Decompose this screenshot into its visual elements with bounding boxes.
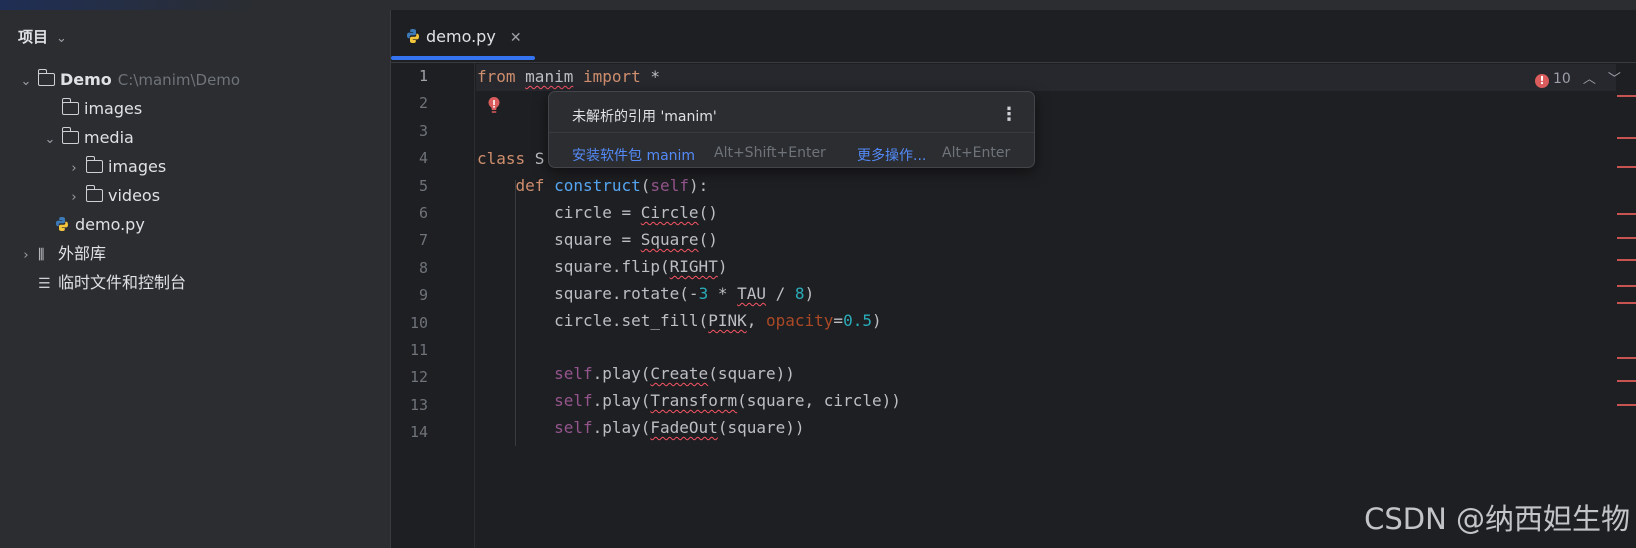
error-stripe-marker[interactable] [1617,380,1636,382]
error-stripe-marker[interactable] [1617,259,1636,261]
line-number[interactable]: 13 [388,396,428,414]
code-line-6[interactable]: circle = Circle() [477,203,718,222]
chevron-up-icon[interactable]: ︿ [1583,72,1596,87]
chevron-down-icon[interactable]: ﹀ [1608,72,1621,87]
tree-item-media-images[interactable]: › images [66,153,166,181]
code-line-13[interactable]: self.play(Transform(square, circle)) [477,391,901,410]
chevron-down-icon[interactable]: ⌄ [18,68,34,96]
code-line-14[interactable]: self.play(FadeOut(square)) [477,418,804,437]
tree-item-demo[interactable]: ⌄ Demo C:\manim\Demo [18,66,240,94]
tree-item-label: images [84,99,143,118]
line-number[interactable]: 4 [388,149,428,167]
error-count: 10 [1553,71,1571,87]
install-package-link[interactable]: 安装软件包 manim [572,145,695,165]
code-line-8[interactable]: square.flip(RIGHT) [477,257,727,276]
more-options-icon[interactable]: ⋮ [1000,104,1018,125]
tree-item-path: C:\manim\Demo [117,71,241,89]
error-stripe-marker[interactable] [1617,95,1636,97]
tree-item-label: Demo [60,70,112,89]
scratches-icon: ☰ [38,276,51,292]
line-number[interactable]: 8 [388,259,428,277]
error-stripe-marker[interactable] [1617,237,1636,239]
tab-label: demo.py [426,27,496,46]
folder-icon [37,69,55,86]
tree-item-demo-py[interactable]: demo.py [50,211,145,239]
line-number[interactable]: 10 [388,314,428,332]
tree-item-label: 外部库 [58,244,107,263]
project-panel-title: 项目 [18,28,49,46]
line-number[interactable]: 11 [388,341,428,359]
line-number[interactable]: 9 [388,286,428,304]
install-package-shortcut: Alt+Shift+Enter [714,145,826,161]
tree-item-media[interactable]: ⌄ media [42,124,134,152]
tree-item-label: images [108,157,167,176]
error-stripe-marker[interactable] [1617,302,1636,304]
tree-item-scratches[interactable]: ☰ 临时文件和控制台 [34,269,186,297]
error-stripe-marker[interactable] [1617,285,1636,287]
code-line-10[interactable]: circle.set_fill(PINK, opacity=0.5) [477,311,882,330]
tree-item-label: 临时文件和控制台 [58,273,187,292]
editor-tab-bar: demo.py ✕ [391,10,1636,63]
error-stripe-marker[interactable] [1617,166,1636,168]
popup-divider [549,132,1034,133]
window-top-strip [0,0,1636,10]
folder-icon [61,127,79,144]
tree-item-videos[interactable]: › videos [66,182,160,210]
code-line-1[interactable]: from manim import * [477,67,660,86]
chevron-right-icon[interactable]: › [66,184,82,212]
code-line-5[interactable]: def construct(self): [477,176,709,195]
line-number[interactable]: 2 [388,94,428,112]
line-number[interactable]: 3 [388,122,428,140]
code-line-9[interactable]: square.rotate(-3 * TAU / 8) [477,284,814,303]
inspection-widget[interactable]: ! 10 ︿ ﹀ [1535,68,1621,88]
chevron-down-icon[interactable]: ⌄ [42,126,58,154]
more-actions-shortcut: Alt+Enter [942,145,1011,161]
line-number[interactable]: 5 [388,177,428,195]
tree-item-label: videos [108,186,161,205]
tree-item-images[interactable]: images [42,95,142,123]
unresolved-reference-popup: 未解析的引用 'manim' ⋮ 安装软件包 manim Alt+Shift+E… [548,91,1035,168]
folder-icon [85,185,103,202]
chevron-right-icon[interactable]: › [66,155,82,183]
tree-item-label: media [84,128,134,147]
tree-item-external-libraries[interactable]: › ⫼ 外部库 [18,240,106,268]
error-stripe-marker[interactable] [1617,404,1636,406]
top-strip-glow [0,0,260,10]
chevron-right-icon[interactable]: › [18,242,34,270]
chevron-down-icon[interactable]: ⌄ [56,31,67,46]
tab-demo-py[interactable]: demo.py ✕ [405,27,522,46]
error-stripe-marker[interactable] [1617,357,1636,359]
code-line-7[interactable]: square = Square() [477,230,718,249]
line-number[interactable]: 1 [388,67,428,85]
line-number[interactable]: 7 [388,231,428,249]
error-stripe-marker[interactable] [1617,213,1636,215]
line-number[interactable]: 12 [388,368,428,386]
python-file-icon [56,217,68,231]
error-stripe-marker[interactable] [1617,137,1636,139]
active-tab-indicator [391,56,535,60]
watermark: CSDN @纳西妲生物 [1364,502,1630,536]
project-panel: 项目 ⌄ ⌄ Demo C:\manim\Demo images ⌄ media › im… [0,10,390,548]
more-actions-link[interactable]: 更多操作... [857,145,926,165]
project-panel-header[interactable]: 项目 ⌄ [18,26,67,47]
line-number[interactable]: 14 [388,423,428,441]
code-line-12[interactable]: self.play(Create(square)) [477,364,795,383]
error-icon: ! [1535,74,1549,88]
tree-item-label: demo.py [75,215,145,234]
close-icon[interactable]: ✕ [510,30,522,46]
line-number[interactable]: 6 [388,204,428,222]
folder-icon [61,98,79,115]
popup-message: 未解析的引用 'manim' [572,109,717,125]
error-bulb-icon[interactable] [486,96,502,116]
library-icon: ⫼ [38,247,45,263]
folder-icon [85,156,103,173]
code-line-4[interactable]: class S [477,149,544,168]
python-file-icon [407,29,419,43]
